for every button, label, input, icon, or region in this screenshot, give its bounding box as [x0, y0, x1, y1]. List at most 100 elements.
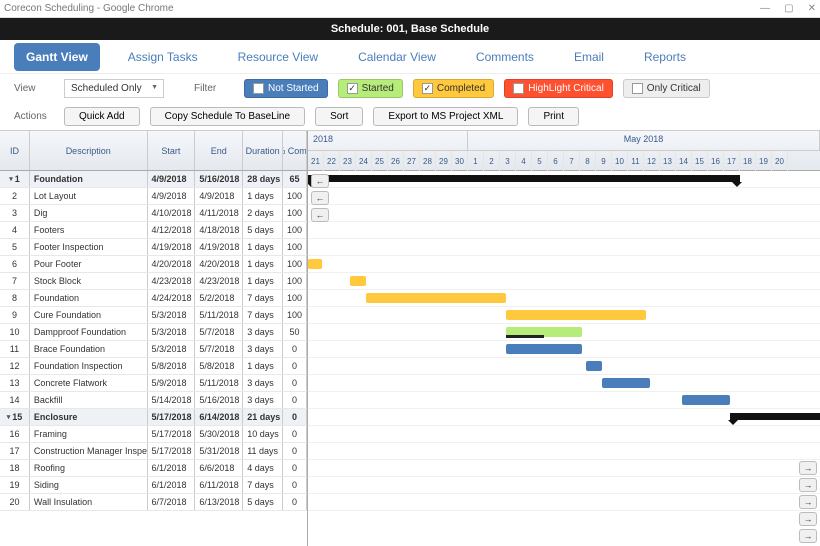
scroll-right-icon[interactable]: → [799, 461, 817, 475]
cell-id: 2 [0, 188, 30, 204]
tab-gantt-view[interactable]: Gantt View [14, 43, 100, 71]
scroll-right-icon[interactable]: → [799, 512, 817, 526]
gantt-body[interactable]: ← ← ← → → → → → [308, 171, 820, 546]
gantt-task-bar[interactable] [586, 361, 602, 371]
scroll-left-icon[interactable]: ← [311, 208, 329, 222]
tab-comments[interactable]: Comments [464, 43, 546, 71]
cell-end: 6/6/2018 [195, 460, 243, 476]
table-row[interactable]: 9Cure Foundation5/3/20185/11/20187 days1… [0, 307, 307, 324]
col-end[interactable]: End [195, 131, 243, 170]
cell-duration: 1 days [243, 188, 283, 204]
cell-start: 4/23/2018 [148, 273, 196, 289]
tab-reports[interactable]: Reports [632, 43, 698, 71]
cell-description: Roofing [30, 460, 148, 476]
table-row[interactable]: 19Siding6/1/20186/11/20187 days0 [0, 477, 307, 494]
print-button[interactable]: Print [528, 107, 579, 126]
filter-completed[interactable]: ✓Completed [413, 79, 494, 98]
gantt-task-bar[interactable] [366, 293, 506, 303]
cell-comp: 0 [283, 443, 307, 459]
grid-body[interactable]: 1Foundation4/9/20185/16/201828 days652Lo… [0, 171, 307, 546]
col-description[interactable]: Description [30, 131, 148, 170]
scroll-left-icon[interactable]: ← [311, 191, 329, 205]
table-row[interactable]: 1Foundation4/9/20185/16/201828 days65 [0, 171, 307, 188]
close-icon[interactable]: ✕ [808, 3, 816, 14]
cell-id: 5 [0, 239, 30, 255]
filter-started[interactable]: ✓Started [338, 79, 403, 98]
scroll-right-icon[interactable]: → [799, 495, 817, 509]
col-start[interactable]: Start [148, 131, 196, 170]
col-id[interactable]: ID [0, 131, 30, 170]
cell-comp: 100 [283, 273, 307, 289]
tab-email[interactable]: Email [562, 43, 616, 71]
gantt-row [308, 392, 820, 409]
gantt-task-bar[interactable] [350, 276, 366, 286]
maximize-icon[interactable]: ▢ [784, 3, 793, 14]
scroll-left-icon[interactable]: ← [311, 174, 329, 188]
cell-comp: 0 [283, 341, 307, 357]
cell-duration: 5 days [243, 222, 283, 238]
cell-description: Foundation [30, 171, 148, 187]
filter-highlight-critical[interactable]: HighLight Critical [504, 79, 613, 98]
schedule-title: Schedule: 001, Base Schedule [331, 23, 489, 35]
gantt-task-bar[interactable] [506, 310, 646, 320]
cell-end: 4/23/2018 [195, 273, 243, 289]
cell-description: Footer Inspection [30, 239, 148, 255]
table-row[interactable]: 12Foundation Inspection5/8/20185/8/20181… [0, 358, 307, 375]
cell-start: 5/17/2018 [148, 426, 196, 442]
tab-assign-tasks[interactable]: Assign Tasks [116, 43, 210, 71]
gantt-task-bar[interactable] [308, 259, 322, 269]
table-row[interactable]: 2Lot Layout4/9/20184/9/20181 days100 [0, 188, 307, 205]
copy-baseline-button[interactable]: Copy Schedule To BaseLine [150, 107, 305, 126]
window-controls: — ▢ ✕ [760, 3, 816, 14]
filter-not-started[interactable]: ✓Not Started [244, 79, 328, 98]
table-row[interactable]: 8Foundation4/24/20185/2/20187 days100 [0, 290, 307, 307]
cell-duration: 21 days [243, 409, 283, 425]
cell-duration: 2 days [243, 205, 283, 221]
filter-only-critical[interactable]: Only Critical [623, 79, 710, 98]
sort-button[interactable]: Sort [315, 107, 363, 126]
gantt-task-bar[interactable] [682, 395, 730, 405]
gantt-task-bar[interactable] [602, 378, 650, 388]
minimize-icon[interactable]: — [760, 3, 770, 14]
export-xml-button[interactable]: Export to MS Project XML [373, 107, 518, 126]
col-duration[interactable]: Duration [243, 131, 283, 170]
table-row[interactable]: 17Construction Manager Inspection5/17/20… [0, 443, 307, 460]
timeline-day: 22 [324, 151, 340, 171]
gantt-row [308, 222, 820, 239]
cell-duration: 7 days [243, 290, 283, 306]
cell-start: 5/9/2018 [148, 375, 196, 391]
grid-header: ID Description Start End Duration % Comp [0, 131, 307, 171]
cell-start: 4/10/2018 [148, 205, 196, 221]
tab-calendar-view[interactable]: Calendar View [346, 43, 448, 71]
gantt-summary-bar[interactable] [730, 413, 820, 420]
table-row[interactable]: 14Backfill5/14/20185/16/20183 days0 [0, 392, 307, 409]
table-row[interactable]: 10Dampproof Foundation5/3/20185/7/20183 … [0, 324, 307, 341]
cell-description: Construction Manager Inspection [30, 443, 148, 459]
scroll-right-icon[interactable]: → [799, 478, 817, 492]
col-comp[interactable]: % Comp [283, 131, 307, 170]
table-row[interactable]: 5Footer Inspection4/19/20184/19/20181 da… [0, 239, 307, 256]
table-row[interactable]: 3Dig4/10/20184/11/20182 days100 [0, 205, 307, 222]
tab-resource-view[interactable]: Resource View [226, 43, 330, 71]
cell-start: 6/1/2018 [148, 477, 196, 493]
table-row[interactable]: 11Brace Foundation5/3/20185/7/20183 days… [0, 341, 307, 358]
table-row[interactable]: 6Pour Footer4/20/20184/20/20181 days100 [0, 256, 307, 273]
table-row[interactable]: 18Roofing6/1/20186/6/20184 days0 [0, 460, 307, 477]
table-row[interactable]: 7Stock Block4/23/20184/23/20181 days100 [0, 273, 307, 290]
table-row[interactable]: 20Wall Insulation6/7/20186/13/20185 days… [0, 494, 307, 511]
scroll-right-icon[interactable]: → [799, 529, 817, 543]
gantt-chart[interactable]: 2018 May 2018 21222324252627282930123456… [308, 131, 820, 546]
window-titlebar: Corecon Scheduling - Google Chrome — ▢ ✕ [0, 0, 820, 18]
view-select[interactable]: Scheduled Only [64, 79, 164, 98]
table-row[interactable]: 4Footers4/12/20184/18/20185 days100 [0, 222, 307, 239]
cell-duration: 3 days [243, 375, 283, 391]
gantt-task-bar[interactable] [506, 344, 582, 354]
table-row[interactable]: 16Framing5/17/20185/30/201810 days0 [0, 426, 307, 443]
gantt-summary-bar[interactable] [308, 175, 740, 182]
quick-add-button[interactable]: Quick Add [64, 107, 140, 126]
table-row[interactable]: 13Concrete Flatwork5/9/20185/11/20183 da… [0, 375, 307, 392]
cell-id: 8 [0, 290, 30, 306]
gantt-row [308, 273, 820, 290]
table-row[interactable]: 15Enclosure5/17/20186/14/201821 days0 [0, 409, 307, 426]
timeline-day: 4 [516, 151, 532, 171]
